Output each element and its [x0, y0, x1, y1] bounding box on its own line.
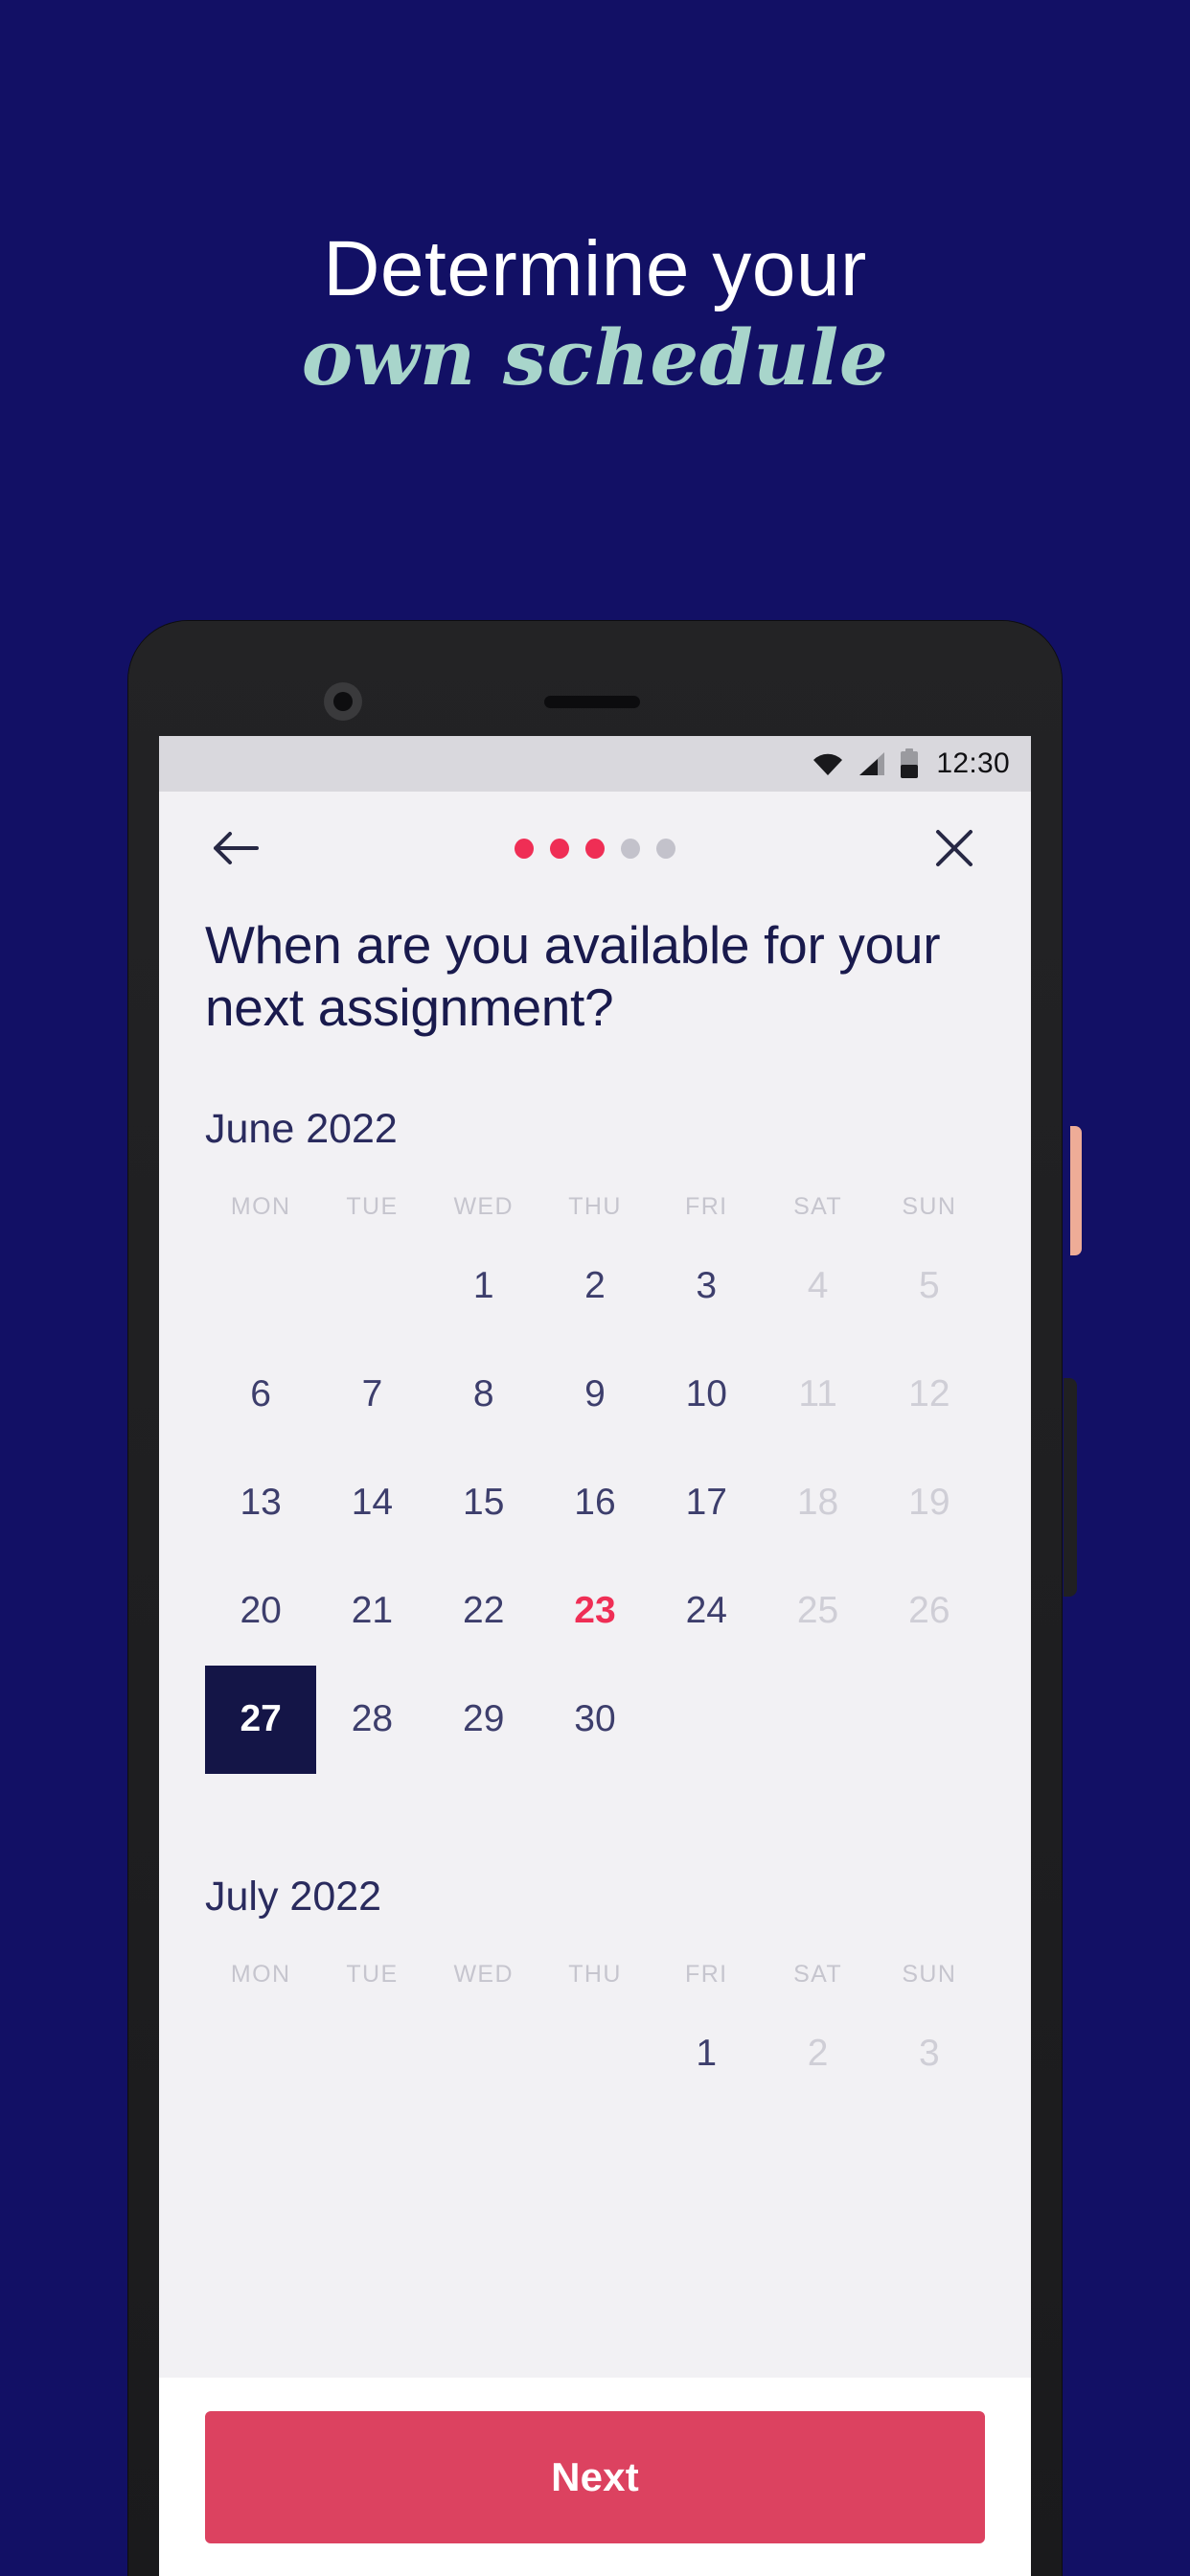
calendar-day-cell[interactable]: 5	[874, 1232, 985, 1341]
calendar-cell-empty	[316, 1232, 427, 1341]
weekday-label: FRI	[685, 1960, 728, 1988]
calendar-cell-empty	[874, 1666, 985, 1774]
hero-headline: Determine your own schedule	[0, 225, 1190, 403]
calendar-day-cell[interactable]: 24	[651, 1557, 762, 1666]
calendar-day-cell[interactable]: 27	[205, 1665, 317, 1774]
weekday-label: MON	[230, 1192, 291, 1220]
weekday-label: THU	[568, 1960, 622, 1988]
weekday-label: SAT	[793, 1960, 843, 1988]
calendar-day-cell[interactable]: 2	[762, 2000, 873, 2108]
weekday-label: SUN	[902, 1192, 957, 1220]
calendar-day-cell[interactable]: 16	[539, 1449, 651, 1557]
cellular-signal-icon	[859, 752, 885, 775]
calendar-day-cell[interactable]: 18	[762, 1449, 873, 1557]
front-camera-icon	[324, 682, 362, 721]
calendar-cell-empty	[651, 1666, 762, 1774]
progress-dot-3[interactable]	[585, 838, 605, 859]
calendar-day-cell[interactable]: 3	[874, 2000, 985, 2108]
app-header	[159, 792, 1031, 905]
back-button[interactable]	[205, 817, 266, 879]
weekday-label: SUN	[902, 1960, 957, 1988]
calendar-day-cell[interactable]: 23	[539, 1557, 651, 1666]
calendar-cell-empty	[205, 2000, 316, 2108]
weekday-label: TUE	[346, 1960, 399, 1988]
phone-screen: 12:30 When are you available for your ne…	[159, 736, 1031, 2576]
weekday-label: TUE	[346, 1192, 399, 1220]
earpiece-speaker	[544, 696, 640, 708]
calendar-cell-empty	[428, 2000, 539, 2108]
close-button[interactable]	[924, 817, 985, 879]
weekday-header-row-june: MON TUE WED THU FRI SAT SUN	[205, 1193, 985, 1221]
page-title: When are you available for your next ass…	[205, 915, 941, 1037]
calendar-day-cell[interactable]: 3	[651, 1232, 762, 1341]
calendar-day-cell[interactable]: 21	[316, 1557, 427, 1666]
battery-icon	[901, 748, 919, 778]
calendar-day-cell[interactable]: 11	[762, 1341, 873, 1449]
power-button[interactable]	[1070, 1126, 1082, 1255]
calendar-day-cell[interactable]: 17	[651, 1449, 762, 1557]
calendar-day-cell[interactable]: 12	[874, 1341, 985, 1449]
weekday-label: FRI	[685, 1192, 728, 1220]
calendar-day-cell[interactable]: 15	[428, 1449, 539, 1557]
weekday-label: WED	[453, 1192, 514, 1220]
camera-lens	[333, 692, 353, 711]
calendar-day-cell[interactable]: 9	[539, 1341, 651, 1449]
progress-dot-5[interactable]	[656, 838, 675, 859]
weekday-header-row-july: MON TUE WED THU FRI SAT SUN	[205, 1961, 985, 1989]
wifi-icon	[813, 753, 843, 775]
calendar-cell-empty	[539, 2000, 651, 2108]
app-store-promo-screenshot: Determine your own schedule 12:30 When a…	[0, 0, 1190, 2576]
calendar-day-cell[interactable]: 1	[651, 2000, 762, 2108]
month-title-june: June 2022	[205, 1105, 398, 1152]
calendar-day-cell[interactable]: 19	[874, 1449, 985, 1557]
weekday-label: THU	[568, 1192, 622, 1220]
bottom-action-bar: Next	[159, 2378, 1031, 2576]
calendar-day-cell[interactable]: 28	[316, 1666, 427, 1774]
progress-dot-1[interactable]	[515, 838, 534, 859]
status-bar-clock: 12:30	[936, 748, 1010, 779]
calendar-cell-empty	[205, 1232, 316, 1341]
arrow-left-icon	[214, 832, 259, 864]
calendar-day-cell[interactable]: 14	[316, 1449, 427, 1557]
calendar-day-cell[interactable]: 8	[428, 1341, 539, 1449]
calendar-day-cell[interactable]: 25	[762, 1557, 873, 1666]
next-button[interactable]: Next	[205, 2411, 985, 2543]
calendar-day-cell[interactable]: 4	[762, 1232, 873, 1341]
calendar-cell-empty	[762, 1666, 873, 1774]
screen-content: When are you available for your next ass…	[159, 914, 1031, 2108]
weekday-label: MON	[230, 1960, 291, 1988]
calendar-day-cell[interactable]: 10	[651, 1341, 762, 1449]
calendar-day-cell[interactable]: 20	[205, 1557, 316, 1666]
weekday-label: SAT	[793, 1192, 843, 1220]
calendar-cell-empty	[316, 2000, 427, 2108]
calendar-day-cell[interactable]: 26	[874, 1557, 985, 1666]
month-title-july: July 2022	[205, 1873, 382, 1920]
calendar-day-cell[interactable]: 7	[316, 1341, 427, 1449]
weekday-label: WED	[453, 1960, 514, 1988]
progress-dot-4[interactable]	[621, 838, 640, 859]
calendar-day-cell[interactable]: 1	[428, 1232, 539, 1341]
calendar-day-cell[interactable]: 29	[428, 1666, 539, 1774]
volume-rocker-button[interactable]	[1064, 1378, 1077, 1597]
hero-headline-line1: Determine your	[323, 225, 867, 312]
calendar-day-cell[interactable]: 22	[428, 1557, 539, 1666]
hero-headline-line2: own schedule	[301, 312, 889, 402]
close-x-icon	[936, 830, 973, 866]
progress-dot-2[interactable]	[550, 838, 569, 859]
calendar-day-cell[interactable]: 30	[539, 1666, 651, 1774]
status-bar: 12:30	[159, 736, 1031, 792]
calendar-day-cell[interactable]: 2	[539, 1232, 651, 1341]
calendar-grid-july: 123	[205, 2000, 985, 2108]
calendar-grid-june: 1 2 3 4 5 6 7 8 9 10 11 12 13 14 15 16 17 18 19 20 21 22 23 24 2…	[205, 1232, 985, 1774]
progress-dots	[515, 838, 675, 859]
calendar-day-cell[interactable]: 6	[205, 1341, 316, 1449]
calendar-day-cell[interactable]: 13	[205, 1449, 316, 1557]
